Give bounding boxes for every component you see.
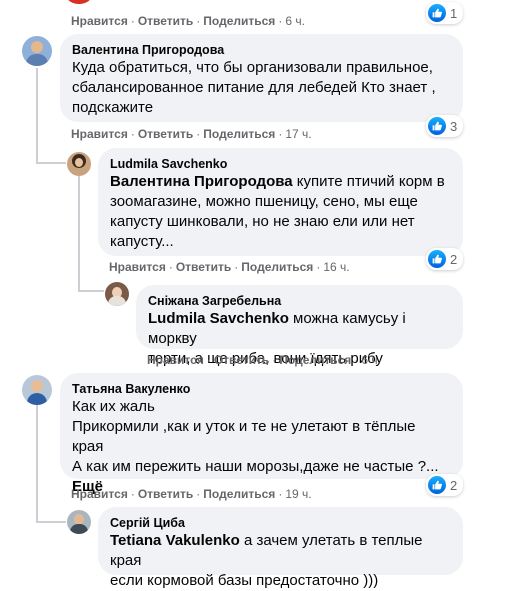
separator: · [130,127,135,141]
thread-line [78,290,104,292]
reply-button[interactable]: Ответить [138,487,193,501]
thumbs-up-icon [428,117,446,135]
like-count: 2 [450,477,458,493]
comment-line: сбалансированное питание для лебедей Кто… [72,79,436,96]
comment-actions: Нравится · Ответить · Поделиться · 6 ч. [71,13,305,29]
comment-text: купите птичий корм в [292,173,445,190]
avatar[interactable] [64,0,94,4]
like-button[interactable]: Нравится [71,127,128,141]
comment-line: зоомагазине, можно пшеницу, сено, мы еще [110,193,418,210]
reply-button[interactable]: Ответить [176,260,231,274]
comment-bubble: Сергій Циба Tetiana Vakulenko а зачем ул… [98,507,463,589]
reaction-count[interactable]: 1 [426,2,464,24]
mention-link[interactable]: Ludmila Savchenko [148,310,289,327]
avatar[interactable] [67,152,91,176]
thread-line [36,404,38,522]
comment-actions: Нравится · Ответить · Поделиться · 16 ч. [109,259,350,275]
separator: · [234,260,239,274]
comment-line: капусту... [110,233,174,250]
timestamp[interactable]: 16 ч. [323,260,349,274]
separator: · [316,260,321,274]
timestamp[interactable]: 6 ч. [285,14,305,28]
thread-line [36,162,66,164]
timestamp[interactable]: 19 ч. [285,487,311,501]
like-count: 2 [450,251,458,267]
comment-author[interactable]: Сніжана Загребельна [148,293,451,309]
thread-line [36,68,38,163]
reaction-count[interactable]: 3 [426,115,464,137]
thumbs-up-icon [428,476,446,494]
like-button[interactable]: Нравится [71,487,128,501]
comment-line: капусту шинковали, но не знаю ели или не… [110,213,415,230]
thread-line [78,176,80,291]
comment-line: А как им пережить наши морозы,даже не ча… [72,458,439,475]
separator: · [196,487,201,501]
separator: · [278,127,283,141]
reply-button[interactable]: Ответить [138,127,193,141]
timestamp[interactable]: 6 ч. [361,353,381,367]
thumbs-up-icon [428,4,446,22]
share-button[interactable]: Поделиться [203,127,275,141]
comment-line: подскажите [72,99,154,116]
separator: · [354,353,359,367]
share-button[interactable]: Поделиться [203,14,275,28]
separator: · [130,487,135,501]
like-button[interactable]: Нравится [71,14,128,28]
reply-button[interactable]: Ответить [138,14,193,28]
thumbs-up-icon [428,250,446,268]
like-count: 3 [450,118,458,134]
separator: · [130,14,135,28]
comment-actions: Нравится · Ответить · Поделиться · 17 ч. [71,126,312,142]
comment-author[interactable]: Ludmila Savchenko [110,156,451,172]
reaction-count[interactable]: 2 [426,248,464,270]
separator: · [196,14,201,28]
separator: · [278,487,283,501]
comment-actions: Нравится · Ответить · Поделиться · 6 ч. [147,352,381,368]
avatar[interactable] [22,36,52,66]
reaction-count[interactable]: 2 [426,474,464,496]
like-button[interactable]: Нравится [147,353,204,367]
comment-line: Как их жаль [72,398,155,415]
separator: · [272,353,277,367]
timestamp[interactable]: 17 ч. [285,127,311,141]
reply-button[interactable]: Ответить [214,353,269,367]
avatar[interactable] [67,510,91,534]
separator: · [278,14,283,28]
share-button[interactable]: Поделиться [279,353,351,367]
comment-author[interactable]: Валентина Пригородова [72,42,451,58]
mention-link[interactable]: Tetiana Vakulenko [110,532,240,549]
mention-link[interactable]: Валентина Пригородова [110,173,293,190]
comment-line: Куда обратиться, что бы организовали пра… [72,59,433,76]
share-button[interactable]: Поделиться [241,260,313,274]
thread-line [36,521,66,523]
share-button[interactable]: Поделиться [203,487,275,501]
separator: · [206,353,211,367]
avatar[interactable] [105,282,129,306]
comment-bubble: Ludmila Savchenko Валентина Пригородова … [98,148,463,256]
avatar[interactable] [22,375,52,405]
comment-line: если кормовой базы предостаточно ))) [110,572,379,589]
comment-author[interactable]: Татьяна Вакуленко [72,381,451,397]
like-button[interactable]: Нравится [109,260,166,274]
comment-bubble: Сніжана Загребельна Ludmila Savchenko мо… [136,285,463,367]
comment-bubble: Валентина Пригородова Куда обратиться, ч… [60,34,463,122]
comment-bubble: Татьяна Вакуленко Как их жаль Прикормили… [60,373,463,495]
comment-line: Прикормили ,как и уток и те не улетают в… [72,418,416,455]
comment-author[interactable]: Сергій Циба [110,515,451,531]
like-count: 1 [450,5,458,21]
comment-actions: Нравится · Ответить · Поделиться · 19 ч. [71,486,312,502]
separator: · [168,260,173,274]
separator: · [196,127,201,141]
